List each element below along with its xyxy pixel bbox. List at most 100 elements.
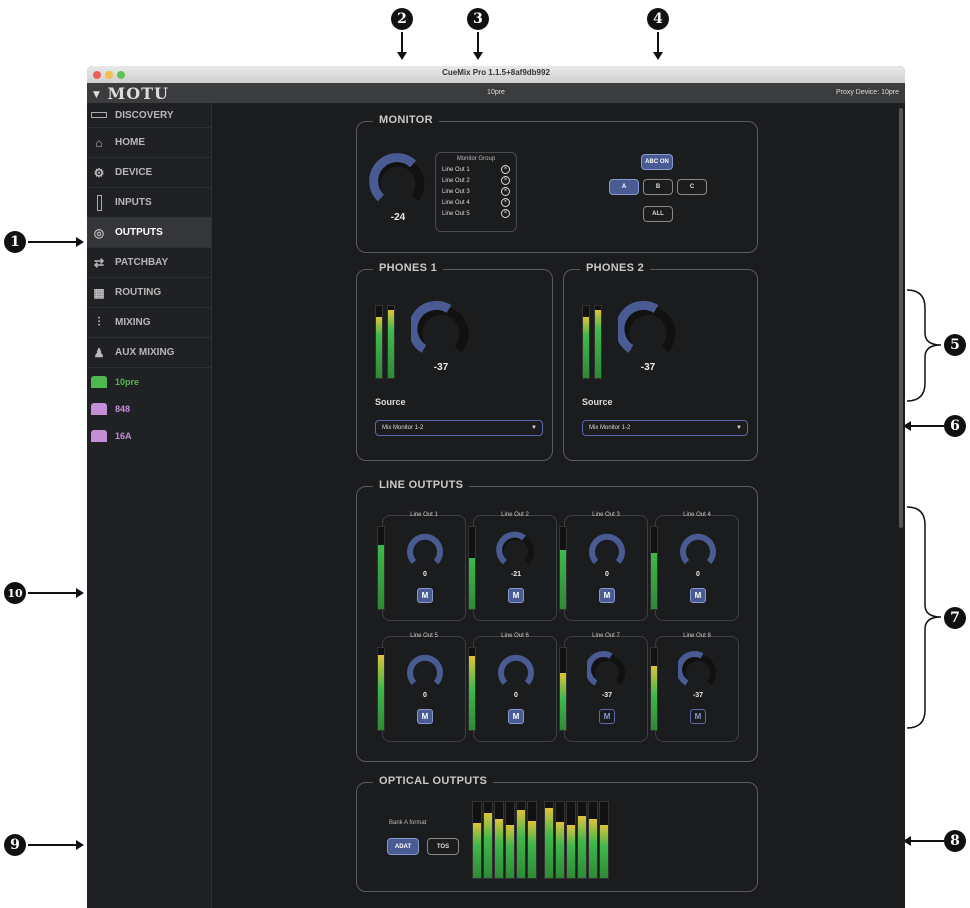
remove-icon[interactable]: × (501, 165, 510, 174)
sidebar-item-aux-mixing[interactable]: ♟ AUX MIXING (87, 338, 211, 368)
sidebar-item-discovery[interactable]: DISCOVERY (87, 103, 211, 128)
line-out-knob[interactable] (678, 530, 718, 570)
source-label: Source (375, 397, 406, 407)
meter-fill (506, 824, 514, 878)
line-out-knob[interactable] (405, 530, 445, 570)
line-out-knob[interactable] (496, 651, 536, 691)
dropdown-value: Mix Monitor 1-2 (589, 425, 631, 431)
item-label: Line Out 4 (442, 199, 470, 206)
item-label: Line Out 1 (442, 166, 470, 173)
optical-level-meter (566, 801, 576, 879)
mute-button[interactable]: M (599, 588, 615, 603)
phones-1-knob[interactable] (411, 300, 471, 360)
device-icon (91, 402, 107, 415)
remove-icon[interactable]: × (501, 209, 510, 218)
routing-icon: ▦ (93, 285, 105, 300)
sidebar-item-routing[interactable]: ▦ ROUTING (87, 278, 211, 308)
line-out-value: -37 (692, 692, 704, 699)
sidebar-item-label: MIXING (115, 317, 151, 328)
meter-fill (556, 821, 564, 878)
monitor-value: -24 (390, 212, 406, 223)
mute-button[interactable]: M (417, 588, 433, 603)
phones-2-knob[interactable] (618, 300, 678, 360)
sidebar-item-device[interactable]: ⚙ DEVICE (87, 158, 211, 188)
sidebar-item-home[interactable]: ⌂ HOME (87, 128, 211, 158)
sidebar-item-mixing[interactable]: ⫶ MIXING (87, 308, 211, 338)
line-out-name: Line Out 1 (410, 512, 438, 518)
adat-button[interactable]: ADAT (387, 838, 419, 855)
line-out-name: Line Out 4 (683, 512, 711, 518)
remove-icon[interactable]: × (501, 187, 510, 196)
tos-button[interactable]: TOS (427, 838, 459, 855)
scrollbar[interactable] (899, 108, 903, 528)
mute-button[interactable]: M (690, 588, 706, 603)
mute-button[interactable]: M (690, 709, 706, 724)
meter-fill (528, 821, 536, 878)
line-out-name: Line Out 8 (683, 633, 711, 639)
line-out-knob[interactable] (405, 651, 445, 691)
bank-format-label: Bank A format (389, 820, 427, 826)
remove-icon[interactable]: × (501, 198, 510, 207)
callout-2: 2 (391, 8, 413, 30)
mute-button[interactable]: M (417, 709, 433, 724)
panel-title: PHONES 2 (580, 262, 651, 274)
optical-level-meter (588, 801, 598, 879)
arrow-head (397, 52, 407, 60)
monitor-panel: MONITOR -24 Monitor Group Line Out 1 × Li… (356, 114, 758, 253)
line-out-strip: Line Out 6 0 M (468, 633, 557, 742)
line-out-knob[interactable] (496, 530, 536, 570)
meter-fill (473, 823, 481, 878)
level-meter (650, 526, 658, 610)
monitor-group-item: Line Out 5 × (436, 208, 516, 219)
phones-2-value: -37 (640, 362, 656, 373)
a-button[interactable]: A (609, 179, 639, 195)
all-button[interactable]: ALL (643, 206, 673, 222)
arrow-10 (28, 592, 76, 594)
monitor-knob[interactable] (369, 150, 427, 208)
line-out-knob[interactable] (678, 651, 718, 691)
phones-1-panel: PHONES 1 -37 Source Mix Monitor 1-2 ▼ (356, 262, 553, 461)
optical-level-meter (555, 801, 565, 879)
device-848[interactable]: 848 (87, 395, 211, 422)
device-10pre[interactable]: 10pre (87, 368, 211, 395)
line-out-strip: Line Out 2 -21 M (468, 512, 557, 621)
callout-6: 6 (944, 415, 966, 437)
line-out-strip: Line Out 4 0 M (650, 512, 739, 621)
abc-on-button[interactable]: ABC ON (641, 154, 673, 170)
line-out-knob[interactable] (587, 651, 627, 691)
brace-7 (906, 506, 942, 729)
optical-level-meter (599, 801, 609, 879)
device-icon (91, 429, 107, 442)
gear-icon: ⚙ (93, 165, 105, 180)
meter-fill (560, 672, 566, 730)
line-out-value: 0 (696, 571, 700, 578)
sidebar-item-label: DISCOVERY (115, 109, 174, 121)
line-out-name: Line Out 7 (592, 633, 620, 639)
sidebar-item-inputs[interactable]: INPUTS (87, 188, 211, 218)
line-out-strip: Line Out 8 -37 M (650, 633, 739, 742)
mute-button[interactable]: M (599, 709, 615, 724)
callout-1: 1 (4, 231, 26, 253)
arrow-4 (657, 32, 659, 52)
device-16a[interactable]: 16A (87, 422, 211, 449)
mute-button[interactable]: M (508, 709, 524, 724)
top-bar: ▼ MOTU 10pre Proxy Device: 10pre (87, 83, 905, 103)
sidebar-item-patchbay[interactable]: ⇄ PATCHBAY (87, 248, 211, 278)
c-button[interactable]: C (677, 179, 707, 195)
b-button[interactable]: B (643, 179, 673, 195)
meter-fill (469, 656, 475, 730)
line-out-value: 0 (514, 692, 518, 699)
sidebar-item-outputs[interactable]: ◎ OUTPUTS (87, 218, 211, 248)
remove-icon[interactable]: × (501, 176, 510, 185)
meter-fill (567, 824, 575, 878)
source-dropdown[interactable]: Mix Monitor 1-2 ▼ (375, 420, 543, 436)
line-out-knob[interactable] (587, 530, 627, 570)
meter-fill (595, 309, 601, 378)
inputs-icon (91, 194, 107, 211)
meter-fill (578, 815, 586, 878)
source-dropdown[interactable]: Mix Monitor 1-2 ▼ (582, 420, 748, 436)
callout-7: 7 (944, 607, 966, 629)
mute-button[interactable]: M (508, 588, 524, 603)
optical-level-meter (527, 801, 537, 879)
monitor-group-item: Line Out 1 × (436, 164, 516, 175)
